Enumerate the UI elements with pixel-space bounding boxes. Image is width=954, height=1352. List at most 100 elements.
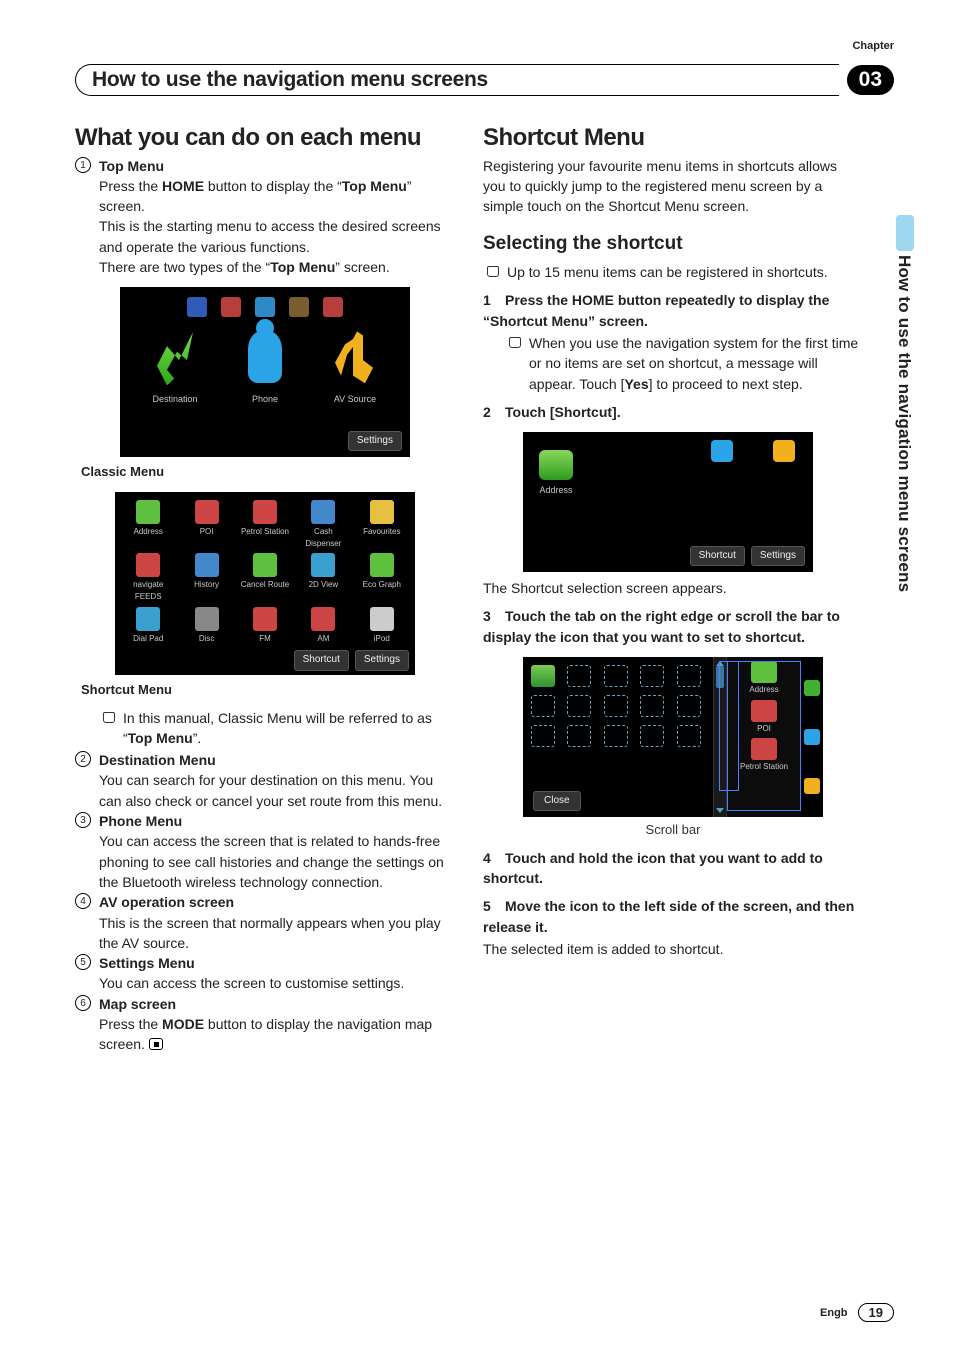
settings-button[interactable]: Settings [355, 650, 409, 671]
destination-arrow-icon [155, 329, 195, 385]
tile-label: AM [317, 633, 329, 645]
after-step2-text: The Shortcut selection screen appears. [483, 578, 863, 598]
tile-label: Cash Dispenser [296, 526, 350, 549]
tile-label: Disc [199, 633, 215, 645]
scroll-down-icon[interactable] [716, 808, 724, 813]
shortcut-slot[interactable] [531, 725, 555, 747]
shortcut-slot[interactable] [640, 695, 664, 717]
classic-menu-tile[interactable]: Cash Dispenser [296, 500, 350, 549]
item-map-screen: 6 Map screen Press the MODE button to di… [75, 994, 455, 1055]
classic-menu-tile[interactable]: iPod [355, 607, 409, 645]
shortcut-drag-screenshot: AddressPOIPetrol Station Close [523, 657, 823, 817]
tile-icon [311, 553, 335, 577]
classic-menu-tile[interactable]: navigate FEEDS [121, 553, 175, 602]
shortcut-screen-screenshot: Address Shortcut Settings [523, 432, 813, 572]
shortcut-slot[interactable] [567, 725, 591, 747]
tile-label: History [194, 579, 219, 591]
top-menu-body-3: There are two types of the “Top Menu” sc… [99, 257, 455, 277]
tile-label: Dial Pad [133, 633, 163, 645]
side-tab: How to use the navigation menu screens [894, 215, 914, 592]
item-destination-menu: 2 Destination Menu You can search for yo… [75, 750, 455, 811]
classic-menu-caption: Classic Menu [81, 463, 455, 482]
step-2: 2Touch [Shortcut]. [483, 402, 863, 422]
classic-menu-tile[interactable]: History [179, 553, 233, 602]
classic-menu-tile[interactable]: 2D View [296, 553, 350, 602]
page-footer: Engb 19 [820, 1303, 894, 1322]
classic-note: In this manual, Classic Menu will be ref… [123, 708, 455, 749]
shortcut-slot[interactable] [531, 695, 555, 717]
tile-label: Cancel Route [241, 579, 289, 591]
classic-menu-tile[interactable]: Eco Graph [355, 553, 409, 602]
phone-mini-icon [711, 440, 733, 462]
shortcut-slot[interactable] [640, 725, 664, 747]
item-phone-menu: 3 Phone Menu You can access the screen t… [75, 811, 455, 892]
classic-menu-tile[interactable]: FM [238, 607, 292, 645]
tile-label: 2D View [309, 579, 339, 591]
step-1-note: When you use the navigation system for t… [529, 333, 863, 394]
item-top-menu: 1 Top Menu Press the HOME button to disp… [75, 156, 455, 278]
settings-menu-label: Settings Menu [99, 955, 195, 971]
classic-menu-tile[interactable]: Cancel Route [238, 553, 292, 602]
settings-button[interactable]: Settings [348, 431, 402, 452]
tile-icon [195, 500, 219, 524]
page-header: How to use the navigation menu screens 0… [75, 64, 894, 96]
address-tile[interactable]: Address [539, 450, 573, 497]
tile-icon [136, 553, 160, 577]
shortcut-button[interactable]: Shortcut [690, 546, 745, 567]
destination-button[interactable]: Destination [150, 327, 200, 406]
classic-menu-tile[interactable]: POI [179, 500, 233, 549]
map-screen-body: Press the MODE button to display the nav… [99, 1014, 455, 1055]
classic-menu-tile[interactable]: Petrol Station [238, 500, 292, 549]
step-5: 5Move the icon to the left side of the s… [483, 896, 863, 937]
phone-button[interactable]: Phone [240, 327, 290, 406]
phone-menu-label: Phone Menu [99, 813, 182, 829]
top-menu-label: Top Menu [99, 158, 164, 174]
item-settings-menu: 5 Settings Menu You can access the scree… [75, 953, 455, 994]
shortcut-slot[interactable] [604, 695, 628, 717]
phone-menu-body: You can access the screen that is relate… [99, 831, 455, 892]
shortcut-slot[interactable] [677, 725, 701, 747]
av-screen-label: AV operation screen [99, 894, 234, 910]
phone-person-icon [248, 331, 282, 383]
shortcut-slot[interactable] [640, 665, 664, 687]
mini-icon [187, 297, 207, 317]
header-rule: How to use the navigation menu screens [75, 64, 839, 96]
classic-menu-tile[interactable]: Disc [179, 607, 233, 645]
circled-5: 5 [75, 954, 91, 970]
shortcut-slot[interactable] [567, 665, 591, 687]
classic-menu-tile[interactable]: Dial Pad [121, 607, 175, 645]
tile-icon [253, 607, 277, 631]
right-heading: Shortcut Menu [483, 124, 863, 152]
tile-icon [136, 500, 160, 524]
circled-4: 4 [75, 893, 91, 909]
shortcut-button[interactable]: Shortcut [294, 650, 349, 671]
side-tab-text: How to use the navigation menu screens [894, 255, 914, 592]
shortcut-slot[interactable] [677, 695, 701, 717]
tile-label: Eco Graph [363, 579, 401, 591]
music-mini-icon [773, 440, 795, 462]
settings-button[interactable]: Settings [751, 546, 805, 567]
destination-menu-label: Destination Menu [99, 752, 216, 768]
end-of-section-icon [149, 1038, 163, 1050]
close-button[interactable]: Close [533, 791, 581, 812]
mini-icon [323, 297, 343, 317]
destination-menu-body: You can search for your destination on t… [99, 770, 455, 811]
circled-2: 2 [75, 751, 91, 767]
classic-menu-tile[interactable]: Favourites [355, 500, 409, 549]
shortcut-slot[interactable] [567, 695, 591, 717]
classic-menu-tile[interactable]: AM [296, 607, 350, 645]
shortcut-slot[interactable] [677, 665, 701, 687]
top-menu-body: Press the HOME button to display the “To… [99, 176, 455, 217]
tile-icon [253, 500, 277, 524]
shortcut-slot[interactable] [604, 725, 628, 747]
shortcut-slot[interactable] [604, 665, 628, 687]
av-source-label: AV Source [334, 393, 376, 406]
classic-menu-tile[interactable]: Address [121, 500, 175, 549]
shortcut-slot[interactable] [531, 665, 555, 687]
tile-icon [311, 607, 335, 631]
av-source-button[interactable]: AV Source [330, 327, 380, 406]
selecting-shortcut-heading: Selecting the shortcut [483, 230, 863, 258]
tile-label: POI [200, 526, 214, 538]
side-tab-accent [896, 215, 914, 251]
tile-icon [370, 500, 394, 524]
